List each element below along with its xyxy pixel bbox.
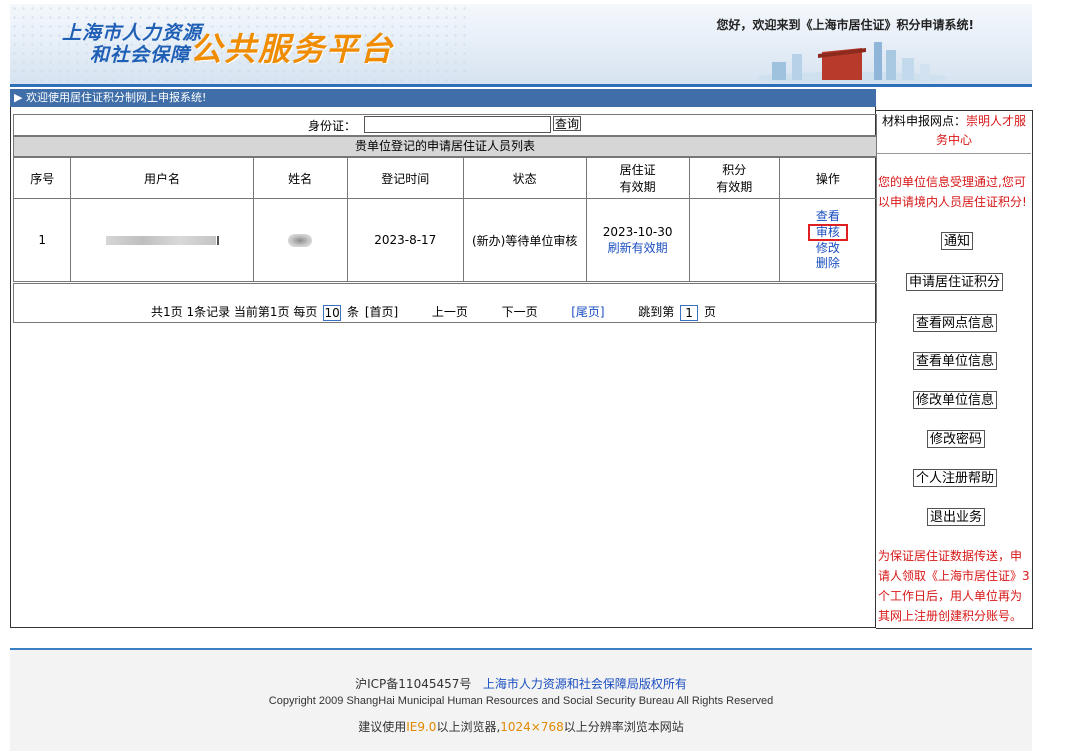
prev-page-link[interactable]: 上一页 xyxy=(432,305,468,319)
row-index: 1 xyxy=(12,198,72,282)
footer-line1: 沪ICP备11045457号 上海市人力资源和社会保障局版权所有 xyxy=(10,675,1032,692)
next-page-link[interactable]: 下一页 xyxy=(502,305,538,319)
delete-link[interactable]: 删除 xyxy=(780,256,876,271)
col-residence-expiry: 居住证 有效期 xyxy=(585,157,690,199)
first-page-link[interactable]: [首页] xyxy=(365,305,398,319)
col-status: 状态 xyxy=(462,157,587,199)
warning-notice: 为保证居住证数据传送，申请人领取《上海市居住证》3个工作日后，用人单位再为其网上… xyxy=(878,549,1030,623)
browser-version: IE9.0 xyxy=(406,720,437,734)
col-reg-time: 登记时间 xyxy=(346,157,464,199)
col-points-line2: 有效期 xyxy=(716,180,753,194)
jump-label: 跳到第 xyxy=(638,305,675,319)
pagination-inner: 共1页 1条记录 当前第1页 每页 10 条 [首页] 上一页 下一页 [尾页]… xyxy=(151,303,718,321)
row-reg-date: 2023-8-17 xyxy=(346,198,464,282)
view-outlets-button[interactable]: 查看网点信息 xyxy=(913,314,998,332)
last-page-link[interactable]: [尾页] xyxy=(571,305,604,319)
table-header-row: 序号 用户名 姓名 登记时间 状态 居住证 有效期 积分 有效期 操作 xyxy=(12,157,878,199)
suggest-post: 以上分辨率浏览本网站 xyxy=(563,720,684,734)
jump-page-word: 页 xyxy=(703,305,716,319)
col-points-line1: 积分 xyxy=(722,163,747,177)
notice-button[interactable]: 通知 xyxy=(941,232,974,250)
row-ops: 查看 审核 修改 删除 xyxy=(778,198,878,282)
registration-help-button[interactable]: 个人注册帮助 xyxy=(913,469,998,487)
col-residence-line2: 有效期 xyxy=(619,180,656,194)
view-link[interactable]: 查看 xyxy=(780,209,876,224)
site-footer: 沪ICP备11045457号 上海市人力资源和社会保障局版权所有 Copyrig… xyxy=(10,650,1032,751)
resolution-value: 1024×768 xyxy=(500,720,564,734)
pagination: 共1页 1条记录 当前第1页 每页 10 条 [首页] 上一页 下一页 [尾页]… xyxy=(13,283,877,323)
col-index: 序号 xyxy=(12,157,72,199)
logo-line2: 和社会保障 xyxy=(90,44,191,66)
col-username: 用户名 xyxy=(70,157,254,199)
edit-link[interactable]: 修改 xyxy=(780,241,876,256)
welcome-bar-text: ▶ 欢迎使用居住证积分制网上申报系统! xyxy=(14,91,207,104)
change-password-button[interactable]: 修改密码 xyxy=(927,430,986,448)
row-status: (新办)等待单位审核 xyxy=(462,198,587,282)
logo-brand: 公共服务平台 xyxy=(190,30,395,68)
audit-link[interactable]: 审核 xyxy=(807,224,848,241)
apply-points-button[interactable]: 申请居住证积分 xyxy=(906,273,1004,291)
list-title: 贵单位登记的申请居住证人员列表 xyxy=(13,136,877,157)
welcome-bar: ▶ 欢迎使用居住证积分制网上申报系统! xyxy=(10,89,876,107)
col-residence-line1: 居住证 xyxy=(619,163,656,177)
blurred-name xyxy=(288,234,313,247)
copyright-cn[interactable]: 上海市人力资源和社会保障局版权所有 xyxy=(483,677,687,691)
per-page-input[interactable]: 10 xyxy=(323,304,342,321)
residence-expiry-date: 2023-10-30 xyxy=(602,224,673,239)
row-name xyxy=(252,198,348,282)
icp-number: 沪ICP备11045457号 xyxy=(355,677,472,691)
refresh-expiry-link[interactable]: 刷新有效期 xyxy=(587,239,689,256)
id-card-input[interactable] xyxy=(364,116,551,133)
query-button[interactable]: 查询 xyxy=(553,116,581,131)
sidebar-buttons: 通知 申请居住证积分 查看网点信息 查看单位信息 修改单位信息 修改密码 个人注… xyxy=(878,0,1032,751)
col-points-expiry: 积分 有效期 xyxy=(688,157,780,199)
search-row: 身份证： 查询 xyxy=(13,114,877,136)
table-row: 1 2023-8-17 (新办)等待单位审核 2023-10-30 刷新有效期 … xyxy=(12,198,878,282)
id-card-label: 身份证： xyxy=(308,119,357,133)
row-residence-expiry: 2023-10-30 刷新有效期 xyxy=(585,198,690,282)
row-username xyxy=(70,198,254,282)
view-unit-info-button[interactable]: 查看单位信息 xyxy=(913,352,998,370)
username-tail xyxy=(216,236,219,245)
browser-suggestion: 建议使用IE9.0以上浏览器,1024×768以上分辨率浏览本网站 xyxy=(10,718,1032,735)
col-name: 姓名 xyxy=(252,157,348,199)
pager-summary: 共1页 1条记录 当前第1页 每页 xyxy=(151,305,318,319)
jump-page-input[interactable]: 1 xyxy=(680,304,699,321)
copyright-en: Copyright 2009 ShangHai Municipal Human … xyxy=(268,695,774,707)
blurred-username xyxy=(105,236,216,245)
suggest-pre: 建议使用 xyxy=(358,720,407,734)
edit-unit-info-button[interactable]: 修改单位信息 xyxy=(913,391,998,409)
col-ops: 操作 xyxy=(778,157,878,199)
suggest-mid: 以上浏览器, xyxy=(436,720,501,734)
pager-unit: 条 xyxy=(347,305,360,319)
applicant-table: 序号 用户名 姓名 登记时间 状态 居住证 有效期 积分 有效期 操作 1 20… xyxy=(12,157,878,282)
row-points-expiry xyxy=(688,198,780,282)
logout-button[interactable]: 退出业务 xyxy=(927,508,986,526)
